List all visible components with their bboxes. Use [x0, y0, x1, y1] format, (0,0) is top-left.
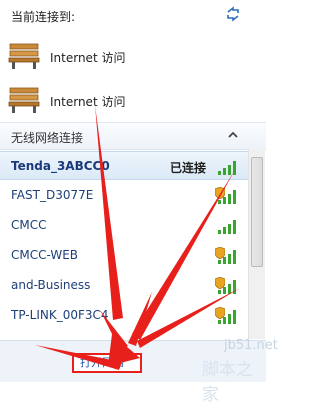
network-item[interactable]: FAST_D3077E [0, 181, 248, 210]
network-list: Tenda_3ABCC0 已连接 FAST_D3077E CMCC CMCC-W… [0, 149, 248, 339]
open-network-center-link[interactable]: 打开网络 [72, 353, 142, 373]
signal-strength-icon [218, 161, 236, 175]
section-title: 无线网络连接 [11, 131, 84, 145]
network-name: and-Business [11, 278, 91, 292]
watermark-site: jb51.net [224, 338, 278, 353]
bench-network-icon [8, 87, 40, 113]
watermark: jb51.net 脚本之家 [150, 338, 278, 405]
signal-strength-icon [218, 220, 236, 234]
network-name: TP-LINK_00F3C4 [11, 308, 109, 322]
network-item[interactable]: TP-LINK_00F3C4 [0, 301, 248, 330]
chevron-up-icon[interactable] [227, 130, 239, 140]
connection-item[interactable]: Internet 访问 [8, 84, 208, 118]
network-item[interactable]: and-Business [0, 271, 248, 300]
network-item[interactable]: Tenda_3ABCC0 已连接 [0, 151, 248, 180]
network-name: CMCC-WEB [11, 248, 79, 262]
connection-label: Internet 访问 [50, 51, 126, 65]
signal-strength-icon [218, 250, 236, 264]
network-name: CMCC [11, 218, 47, 232]
bench-network-icon [8, 43, 40, 69]
network-item[interactable]: CMCC-WEB [0, 241, 248, 270]
currently-connected-heading: 当前连接到: [11, 10, 76, 24]
list-scrollbar[interactable] [248, 149, 265, 339]
signal-strength-icon [218, 190, 236, 204]
scrollbar-thumb[interactable] [251, 157, 263, 267]
connection-item[interactable]: Internet 访问 [8, 40, 208, 74]
network-item[interactable]: CMCC [0, 211, 248, 240]
network-name: FAST_D3077E [11, 188, 94, 202]
connection-status: 已连接 [170, 161, 207, 175]
signal-strength-icon [218, 280, 236, 294]
signal-strength-icon [218, 310, 236, 324]
watermark-brand: 脚本之家 [202, 360, 253, 405]
network-name: Tenda_3ABCC0 [11, 159, 110, 173]
refresh-arrows-icon[interactable] [224, 6, 242, 22]
network-flyout: 当前连接到: Internet 访问 Internet 访问 无线网络连接 Te… [0, 0, 278, 405]
connection-label: Internet 访问 [50, 95, 126, 109]
wireless-section-header[interactable]: 无线网络连接 [0, 122, 266, 150]
